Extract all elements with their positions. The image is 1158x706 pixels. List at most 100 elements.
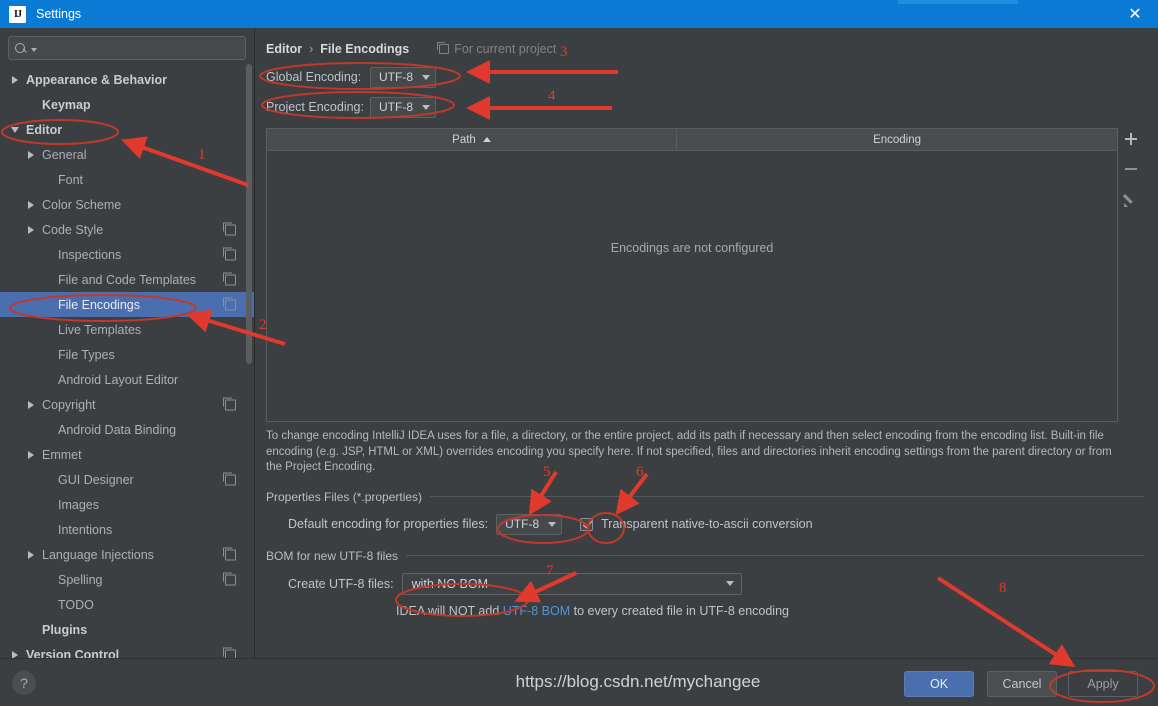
- sidebar-item-label: File Types: [58, 347, 115, 362]
- global-encoding-row: Global Encoding: UTF-8: [266, 64, 1144, 90]
- sidebar-item-keymap[interactable]: Keymap: [0, 92, 254, 117]
- project-encoding-row: Project Encoding: UTF-8: [266, 94, 1144, 120]
- sidebar-item-emmet[interactable]: Emmet: [0, 442, 254, 467]
- sidebar-item-code-style[interactable]: Code Style: [0, 217, 254, 242]
- table-empty-message: Encodings are not configured: [610, 241, 774, 255]
- search-icon: [15, 42, 28, 55]
- expand-toggle[interactable]: [24, 200, 38, 209]
- sidebar-item-android-layout-editor[interactable]: Android Layout Editor: [0, 367, 254, 392]
- bom-note-suffix: to every created file in UTF-8 encoding: [570, 603, 789, 618]
- breadcrumb-root[interactable]: Editor: [266, 42, 302, 56]
- project-encoding-label: Project Encoding:: [266, 100, 364, 114]
- search-box[interactable]: [8, 36, 246, 60]
- chevron-down-icon: [11, 126, 19, 133]
- sidebar-item-language-injections[interactable]: Language Injections: [0, 542, 254, 567]
- sidebar-item-label: Live Templates: [58, 322, 142, 337]
- create-utf8-files-value: with NO BOM: [411, 576, 488, 591]
- utf8-bom-link[interactable]: UTF-8 BOM: [503, 604, 570, 618]
- sidebar-item-intentions[interactable]: Intentions: [0, 517, 254, 542]
- sidebar-item-plugins[interactable]: Plugins: [0, 617, 254, 642]
- sidebar-item-live-templates[interactable]: Live Templates: [0, 317, 254, 342]
- transparent-native-to-ascii-checkbox[interactable]: [580, 517, 594, 531]
- expand-toggle[interactable]: [24, 400, 38, 409]
- expand-toggle[interactable]: [24, 225, 38, 234]
- close-icon[interactable]: ✕: [1112, 0, 1158, 28]
- sidebar-item-appearance-behavior[interactable]: Appearance & Behavior: [0, 67, 254, 92]
- project-scope-icon: [223, 272, 236, 285]
- chevron-down-icon: [725, 581, 734, 586]
- sidebar-item-file-and-code-templates[interactable]: File and Code Templates: [0, 267, 254, 292]
- sidebar-item-label: Code Style: [42, 222, 104, 237]
- column-header-encoding[interactable]: Encoding: [677, 129, 1117, 150]
- global-encoding-label: Global Encoding:: [266, 70, 362, 84]
- sidebar-item-todo[interactable]: TODO: [0, 592, 254, 617]
- settings-tree: Appearance & Behavior Keymap Editor General…: [0, 67, 254, 667]
- chevron-right-icon: [28, 225, 34, 234]
- main-panel: Editor › File Encodings For current proj…: [256, 28, 1158, 658]
- expand-toggle[interactable]: [24, 150, 38, 159]
- bom-group-body: Create UTF-8 files: with NO BOM: [266, 572, 1144, 595]
- column-header-path[interactable]: Path: [267, 129, 677, 150]
- expand-toggle[interactable]: [8, 126, 22, 133]
- project-scope-icon: [223, 572, 236, 585]
- sidebar-item-label: GUI Designer: [58, 472, 134, 487]
- sidebar-item-general[interactable]: General: [0, 142, 254, 167]
- bom-note-prefix: IDEA will NOT add: [396, 603, 503, 618]
- sidebar-item-label: Inspections: [58, 247, 122, 262]
- chevron-right-icon: [28, 200, 34, 209]
- search-input[interactable]: [41, 41, 239, 55]
- settings-sidebar: Appearance & Behavior Keymap Editor General…: [0, 28, 255, 662]
- sidebar-item-font[interactable]: Font: [0, 167, 254, 192]
- expand-toggle[interactable]: [24, 450, 38, 459]
- chevron-right-icon: [28, 400, 34, 409]
- encodings-description: To change encoding IntelliJ IDEA uses fo…: [266, 430, 1112, 473]
- for-current-project-text: For current project: [454, 42, 557, 56]
- sidebar-item-android-data-binding[interactable]: Android Data Binding: [0, 417, 254, 442]
- help-icon[interactable]: ?: [12, 671, 36, 695]
- sidebar-item-color-scheme[interactable]: Color Scheme: [0, 192, 254, 217]
- sidebar-item-label: Intentions: [58, 522, 113, 537]
- table-toolbar: [1118, 128, 1144, 422]
- sidebar-item-gui-designer[interactable]: GUI Designer: [0, 467, 254, 492]
- expand-toggle[interactable]: [8, 75, 22, 84]
- add-icon[interactable]: [1122, 130, 1140, 148]
- chevron-right-icon: [28, 450, 34, 459]
- project-scope-icon: [223, 397, 236, 410]
- chevron-down-icon: [422, 104, 430, 110]
- sidebar-item-spelling[interactable]: Spelling: [0, 567, 254, 592]
- sidebar-item-images[interactable]: Images: [0, 492, 254, 517]
- create-utf8-files-select[interactable]: with NO BOM: [401, 572, 742, 595]
- chevron-right-icon: [28, 150, 34, 159]
- sidebar-item-label: Images: [58, 497, 99, 512]
- breadcrumb-leaf: File Encodings: [320, 42, 410, 56]
- column-header-encoding-label: Encoding: [873, 133, 922, 146]
- sidebar-scrollbar[interactable]: [246, 64, 252, 364]
- sidebar-item-file-types[interactable]: File Types: [0, 342, 254, 367]
- sidebar-item-label: Emmet: [42, 447, 82, 462]
- edit-icon[interactable]: [1122, 190, 1140, 208]
- sidebar-item-copyright[interactable]: Copyright: [0, 392, 254, 417]
- project-scope-icon: [223, 247, 236, 260]
- chevron-down-icon: [31, 47, 37, 52]
- breadcrumb-separator-icon: ›: [309, 42, 314, 56]
- bom-group: BOM for new UTF-8 files Create UTF-8 fil…: [266, 549, 1144, 618]
- sidebar-item-label: File Encodings: [58, 297, 140, 312]
- properties-files-group-title: Properties Files (*.properties): [266, 490, 1144, 504]
- sidebar-item-file-encodings[interactable]: File Encodings: [0, 292, 254, 317]
- global-encoding-select[interactable]: UTF-8: [370, 66, 436, 88]
- sidebar-item-inspections[interactable]: Inspections: [0, 242, 254, 267]
- properties-default-encoding-select[interactable]: UTF-8: [496, 513, 563, 535]
- bom-group-title: BOM for new UTF-8 files: [266, 549, 1144, 563]
- expand-toggle[interactable]: [24, 550, 38, 559]
- sidebar-item-label: Spelling: [58, 572, 103, 587]
- bom-note: IDEA will NOT add UTF-8 BOM to every cre…: [266, 604, 1144, 618]
- project-encoding-select[interactable]: UTF-8: [370, 96, 436, 118]
- chevron-right-icon: [28, 550, 34, 559]
- sidebar-item-editor[interactable]: Editor: [0, 117, 254, 142]
- project-scope-icon: [223, 222, 236, 235]
- encodings-table: Path Encoding Encodings are not configur…: [266, 128, 1119, 422]
- sidebar-item-label: Font: [58, 172, 84, 187]
- sidebar-item-label: File and Code Templates: [58, 272, 197, 287]
- remove-icon[interactable]: [1122, 160, 1140, 178]
- table-header: Path Encoding: [267, 129, 1118, 151]
